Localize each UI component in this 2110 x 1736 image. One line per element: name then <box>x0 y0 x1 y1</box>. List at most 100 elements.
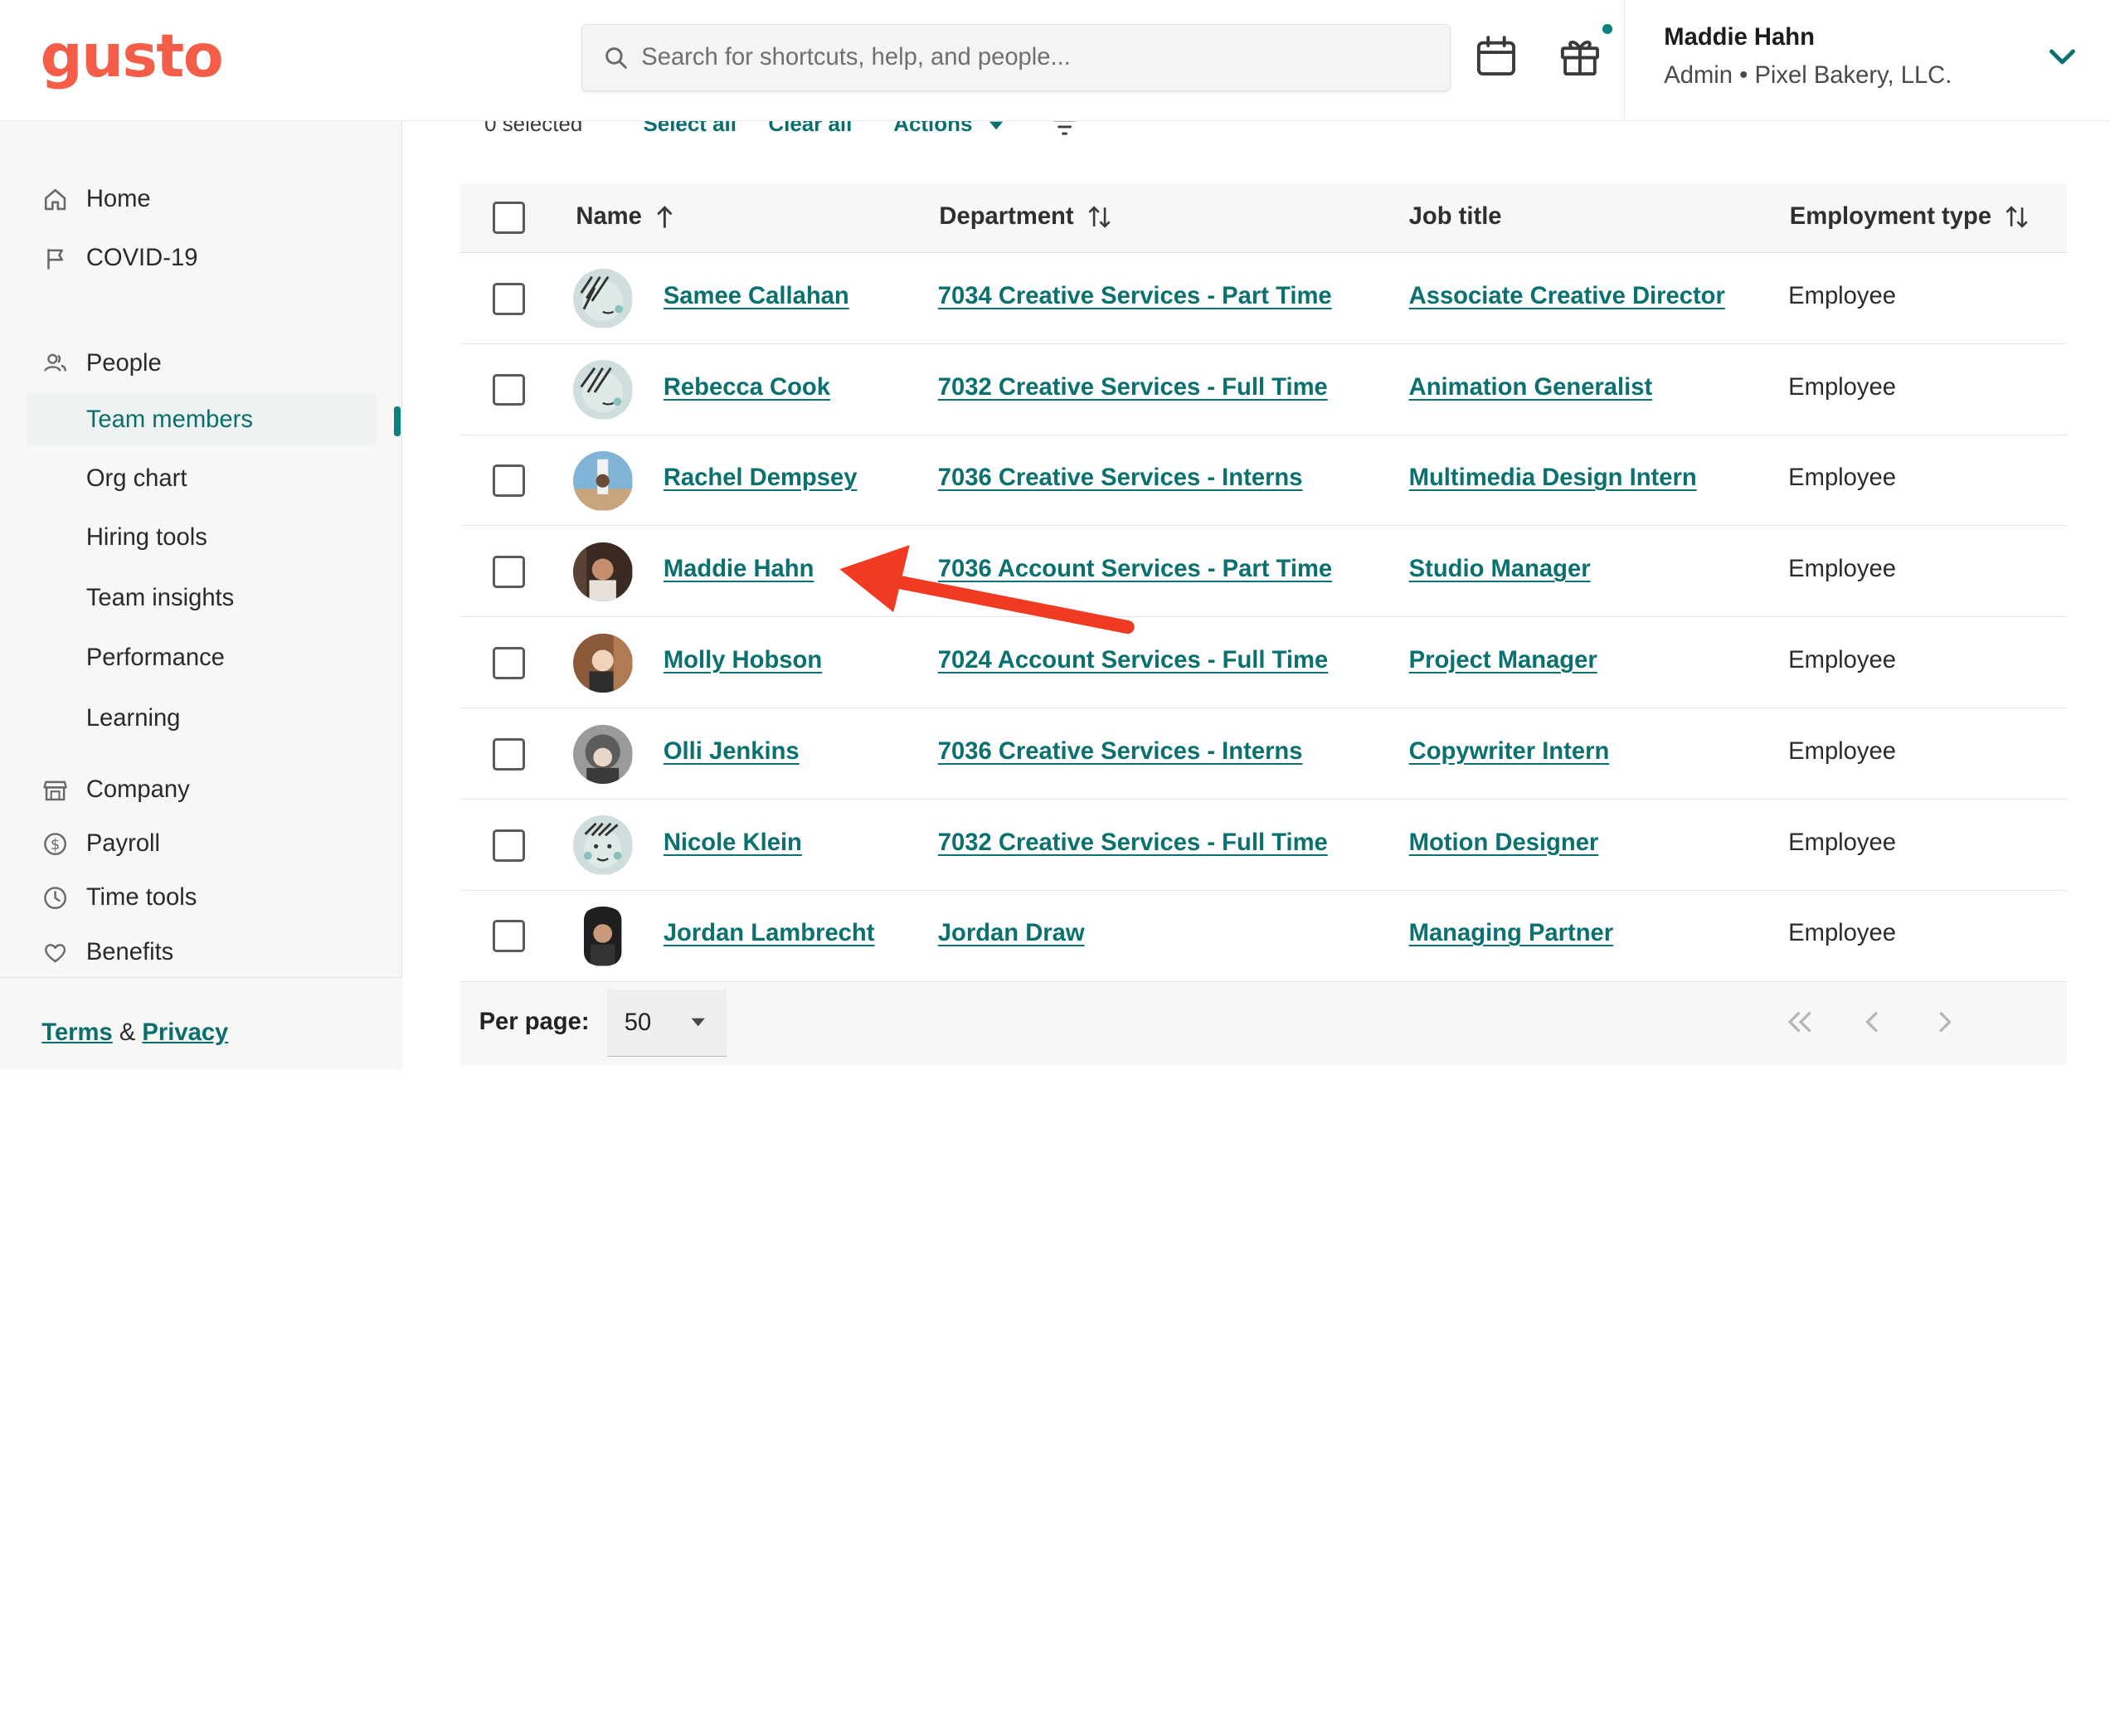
global-search[interactable] <box>581 24 1451 92</box>
sidebar-item-team-insights[interactable]: Team insights <box>27 573 377 625</box>
job-title-link[interactable]: Associate Creative Director <box>1409 283 1725 310</box>
sidebar-item-payroll[interactable]: $ Payroll <box>27 818 377 869</box>
row-checkbox[interactable] <box>492 464 525 498</box>
people-icon <box>43 351 67 375</box>
avatar <box>573 724 633 784</box>
department-link[interactable]: 7032 Creative Services - Full Time <box>938 374 1328 401</box>
row-checkbox[interactable] <box>492 647 525 679</box>
row-checkbox[interactable] <box>492 373 525 406</box>
employment-type: Employee <box>1788 556 1896 583</box>
department-link[interactable]: 7034 Creative Services - Part Time <box>938 283 1332 310</box>
sidebar: Home COVID-19 People Team members Org ch… <box>0 121 403 1070</box>
department-link[interactable]: 7032 Creative Services - Full Time <box>938 829 1328 857</box>
row-checkbox[interactable] <box>492 282 525 315</box>
sidebar-item-home[interactable]: Home <box>27 173 377 225</box>
table-header: Name Department Job title Employment typ… <box>459 182 2067 253</box>
sidebar-item-org-chart[interactable]: Org chart <box>27 454 377 505</box>
job-title-link[interactable]: Animation Generalist <box>1409 374 1653 401</box>
employment-type: Employee <box>1788 829 1896 856</box>
employee-name-link[interactable]: Samee Callahan <box>664 283 849 310</box>
sidebar-footer: Terms & Privacy <box>0 976 403 1070</box>
employee-name-link[interactable]: Maddie Hahn <box>664 556 814 583</box>
employee-name-link[interactable]: Rebecca Cook <box>664 374 830 401</box>
clock-icon <box>43 886 67 910</box>
sidebar-item-covid[interactable]: COVID-19 <box>27 233 377 284</box>
department-link[interactable]: 7036 Account Services - Part Time <box>938 556 1332 583</box>
job-title-link[interactable]: Copywriter Intern <box>1409 738 1610 766</box>
employment-type: Employee <box>1788 737 1896 765</box>
avatar <box>573 451 633 511</box>
table-row: Olli Jenkins 7036 Creative Services - In… <box>459 708 2067 800</box>
terms-link[interactable]: Terms <box>41 1019 112 1046</box>
sort-icon <box>2005 206 2028 228</box>
per-page-value: 50 <box>624 1009 652 1036</box>
column-header-employment-type[interactable]: Employment type <box>1790 203 2030 231</box>
next-page-icon[interactable] <box>1927 1004 1962 1039</box>
job-title-link[interactable]: Studio Manager <box>1409 556 1591 583</box>
store-icon <box>43 778 67 802</box>
row-checkbox[interactable] <box>492 829 525 862</box>
department-link[interactable]: 7036 Creative Services - Interns <box>938 464 1303 492</box>
top-header: gusto Maddie Hahn Admin • Pixel Bakery, … <box>0 0 2110 122</box>
gusto-logo[interactable]: gusto <box>41 22 224 90</box>
column-header-job-title: Job title <box>1408 202 1502 230</box>
user-name: Maddie Hahn <box>1664 24 1815 51</box>
sort-ascending-icon <box>657 206 673 228</box>
table-footer: Per page: 50 <box>459 981 2067 1066</box>
calendar-icon[interactable] <box>1475 35 1518 78</box>
row-checkbox[interactable] <box>492 556 525 589</box>
column-header-department[interactable]: Department <box>939 203 1111 231</box>
job-title-link[interactable]: Motion Designer <box>1409 829 1599 857</box>
user-menu[interactable]: Maddie Hahn Admin • Pixel Bakery, LLC. <box>1624 0 2110 122</box>
gusto-team-members-page: gusto Maddie Hahn Admin • Pixel Bakery, … <box>0 0 2110 1070</box>
sidebar-item-performance[interactable]: Performance <box>27 633 377 684</box>
gift-icon[interactable] <box>1558 35 1602 78</box>
table-row: Jordan Lambrecht Jordan Draw Managing Pa… <box>459 890 2067 982</box>
employment-type: Employee <box>1788 464 1896 492</box>
sidebar-item-hiring-tools[interactable]: Hiring tools <box>27 513 377 564</box>
first-page-icon[interactable] <box>1783 1004 1818 1039</box>
select-all-checkbox[interactable] <box>492 202 525 235</box>
table-row: Maddie Hahn 7036 Account Services - Part… <box>459 526 2067 618</box>
employee-name-link[interactable]: Nicole Klein <box>664 829 802 857</box>
employee-name-link[interactable]: Rachel Dempsey <box>664 464 858 492</box>
search-icon <box>605 47 627 69</box>
table-row: Molly Hobson 7024 Account Services - Ful… <box>459 617 2067 709</box>
per-page-label: Per page: <box>479 1009 590 1036</box>
sidebar-item-team-members[interactable]: Team members <box>27 394 377 445</box>
employee-name-link[interactable]: Molly Hobson <box>664 647 822 674</box>
previous-page-icon[interactable] <box>1855 1004 1890 1039</box>
employment-type: Employee <box>1788 920 1896 947</box>
job-title-link[interactable]: Multimedia Design Intern <box>1409 464 1697 492</box>
team-members-table: Name Department Job title Employment typ… <box>459 182 2067 1066</box>
avatar <box>573 269 633 328</box>
avatar <box>573 633 633 693</box>
employee-name-link[interactable]: Olli Jenkins <box>664 738 800 766</box>
job-title-link[interactable]: Managing Partner <box>1409 920 1614 947</box>
search-input[interactable] <box>641 44 1395 72</box>
table-row: Rebecca Cook 7032 Creative Services - Fu… <box>459 343 2067 435</box>
department-link[interactable]: Jordan Draw <box>938 920 1085 947</box>
column-header-name[interactable]: Name <box>576 203 673 231</box>
svg-text:$: $ <box>51 836 60 853</box>
department-link[interactable]: 7024 Account Services - Full Time <box>938 647 1328 674</box>
active-indicator <box>394 406 401 436</box>
sidebar-item-benefits[interactable]: Benefits <box>27 927 377 979</box>
employment-type: Employee <box>1788 282 1896 309</box>
sidebar-item-learning[interactable]: Learning <box>27 693 377 745</box>
privacy-link[interactable]: Privacy <box>142 1019 228 1046</box>
department-link[interactable]: 7036 Creative Services - Interns <box>938 738 1303 766</box>
chevron-down-icon[interactable] <box>2046 41 2078 73</box>
employment-type: Employee <box>1788 373 1896 401</box>
sidebar-item-people[interactable]: People <box>27 338 377 389</box>
employment-type: Employee <box>1788 647 1896 673</box>
row-checkbox[interactable] <box>492 737 525 771</box>
sidebar-item-company[interactable]: Company <box>27 765 377 816</box>
user-company: Admin • Pixel Bakery, LLC. <box>1664 61 1952 89</box>
employee-name-link[interactable]: Jordan Lambrecht <box>664 920 875 947</box>
job-title-link[interactable]: Project Manager <box>1409 647 1597 674</box>
row-checkbox[interactable] <box>492 920 525 953</box>
per-page-select[interactable]: 50 <box>606 990 727 1058</box>
dollar-icon: $ <box>43 832 67 856</box>
sidebar-item-time-tools[interactable]: Time tools <box>27 872 377 923</box>
